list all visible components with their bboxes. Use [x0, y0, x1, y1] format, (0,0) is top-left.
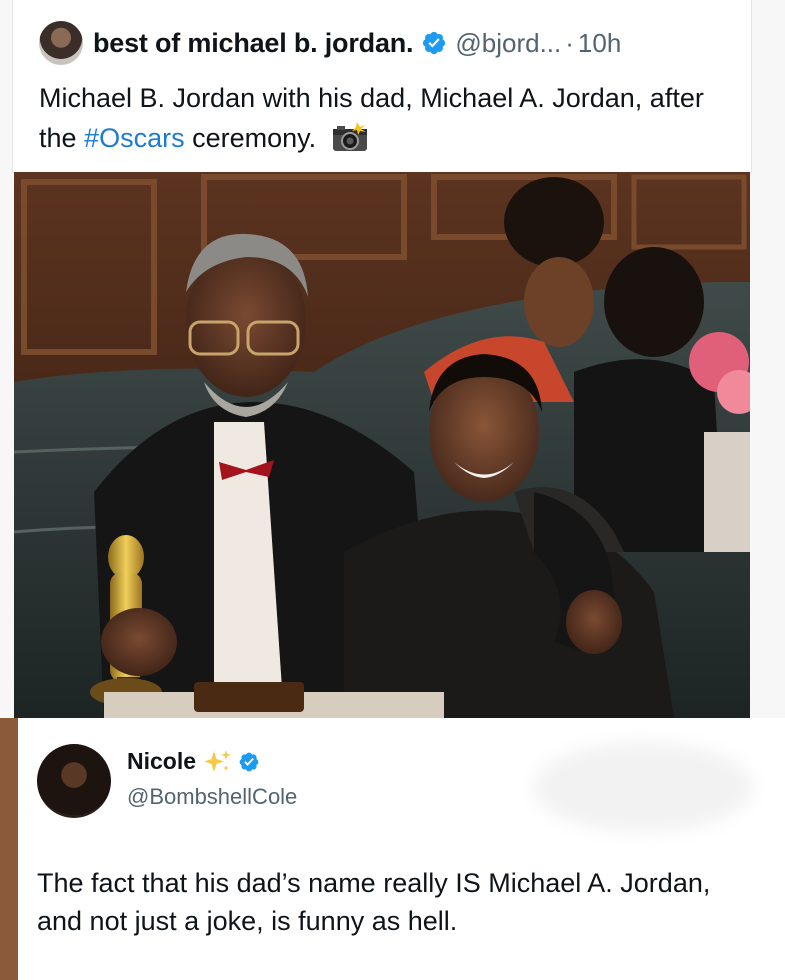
screenshot-root: best of michael b. jordan. @bjord... · 1…: [0, 0, 785, 980]
verified-badge-icon: [421, 30, 447, 56]
hashtag-link[interactable]: #Oscars: [84, 123, 185, 153]
image-edge-strip: [0, 718, 18, 980]
verified-badge-icon: [238, 751, 260, 773]
avatar[interactable]: [39, 21, 83, 65]
blurred-region: [533, 742, 753, 832]
separator-dot: ·: [565, 27, 574, 58]
display-name[interactable]: best of michael b. jordan.: [93, 28, 414, 59]
tweet-timestamp[interactable]: 10h: [578, 28, 621, 59]
sparkles-icon: [202, 749, 232, 775]
reply-text: The fact that his dad’s name really IS M…: [37, 868, 711, 936]
quoted-tweet-card[interactable]: best of michael b. jordan. @bjord... · 1…: [12, 0, 752, 173]
reply-header: Nicole: [127, 748, 260, 775]
tweet-text-after: ceremony.: [184, 123, 317, 153]
tweet-header: best of michael b. jordan. @bjord... · 1…: [39, 20, 621, 66]
reply-display-name[interactable]: Nicole: [127, 748, 196, 775]
tweet-text: Michael B. Jordan with his dad, Michael …: [39, 78, 729, 164]
tweet-handle[interactable]: @bjord...: [455, 28, 561, 59]
camera-flash-icon: [330, 121, 370, 164]
reply-handle[interactable]: @BombshellCole: [127, 784, 297, 810]
tweet-photo[interactable]: [14, 172, 750, 718]
reply-tweet-card[interactable]: Nicole @BombshellCole The fact that his …: [18, 718, 785, 980]
reply-avatar[interactable]: [37, 744, 111, 818]
